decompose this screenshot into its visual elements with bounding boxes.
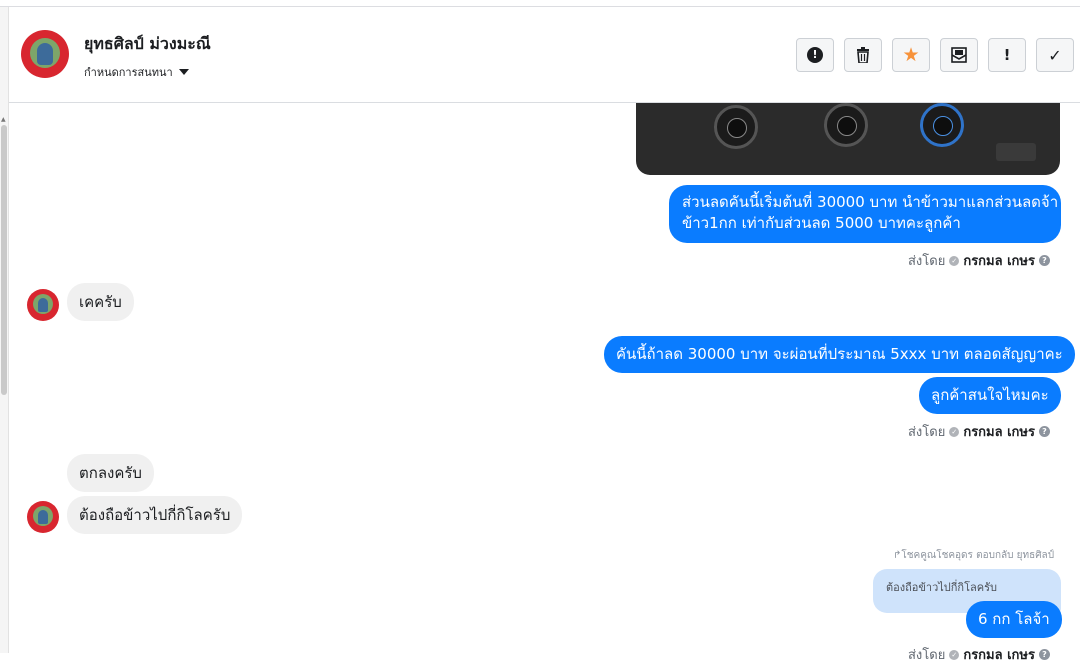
attached-photo[interactable]	[636, 103, 1060, 175]
sent-check-icon: ✓	[949, 255, 960, 266]
photo-knob-middle	[824, 103, 868, 147]
contact-name[interactable]: ยุทธศิลป์ ม่วงมะณี	[84, 32, 211, 57]
photo-knob-right	[920, 103, 964, 147]
window-top-border	[0, 0, 1080, 7]
sent-by-info: ส่งโดย ✓ กรกมล เกษร ?	[908, 644, 1050, 665]
conversation-settings-dropdown[interactable]: กำหนดการสนทนา	[84, 63, 189, 81]
star-button[interactable]: ★	[892, 38, 930, 72]
photo-knob-left	[714, 105, 758, 149]
scroll-up-arrow-icon[interactable]: ▲	[1, 116, 6, 123]
trash-icon	[857, 47, 869, 63]
exclamation-circle-icon: !	[807, 47, 823, 63]
sent-check-icon: ✓	[949, 426, 960, 437]
incoming-message[interactable]: ตกลงครับ	[67, 454, 154, 492]
report-spam-button[interactable]: !	[796, 38, 834, 72]
mark-unread-icon	[951, 47, 967, 63]
outgoing-message[interactable]: 6 กก โลจ้า	[966, 601, 1062, 638]
sent-by-label: ส่งโดย	[908, 425, 946, 440]
mark-unread-button[interactable]	[940, 38, 978, 72]
message-line: ส่วนลดคันนี้เริ่มต้นที่ 30000 บาท นำข้าว…	[682, 193, 1059, 211]
contact-avatar-small[interactable]	[27, 501, 59, 533]
conversation-header: ยุทธศิลป์ ม่วงมะณี กำหนดการสนทนา ! ★ ! ✓	[9, 7, 1080, 103]
outgoing-message[interactable]: คันนี้ถ้าลด 30000 บาท จะผ่อนที่ประมาณ 5x…	[604, 336, 1075, 373]
follow-up-button[interactable]: !	[988, 38, 1026, 72]
done-check-icon: ✓	[1048, 45, 1062, 65]
sent-by-label: ส่งโดย	[908, 648, 946, 663]
conversation-settings-label: กำหนดการสนทนา	[84, 66, 173, 79]
scrollbar-thumb[interactable]	[1, 125, 7, 395]
caret-down-icon	[178, 69, 189, 75]
sent-check-icon: ✓	[949, 649, 960, 660]
star-icon: ★	[902, 43, 920, 66]
mark-done-button[interactable]: ✓	[1036, 38, 1074, 72]
delete-button[interactable]	[844, 38, 882, 72]
sent-by-info: ส่งโดย ✓ กรกมล เกษร ?	[908, 250, 1050, 271]
help-icon[interactable]: ?	[1038, 649, 1050, 660]
scrollbar[interactable]: ▲	[0, 7, 9, 653]
sent-by-info: ส่งโดย ✓ กรกมล เกษร ?	[908, 421, 1050, 442]
sent-by-label: ส่งโดย	[908, 254, 946, 269]
message-line: ข้าว1กก เท่ากับส่วนลด 5000 บาทคะลูกค้า	[682, 214, 961, 232]
outgoing-message[interactable]: ลูกค้าสนใจไหมคะ	[919, 377, 1061, 414]
contact-avatar[interactable]	[21, 30, 69, 78]
incoming-message[interactable]: ต้องถือข้าวไปกี่กิโลครับ	[67, 496, 243, 534]
follow-up-icon: !	[1003, 46, 1011, 64]
reply-note: ↱โชคคูณโชคอุดร ตอบกลับ ยุทธศิลป์	[893, 548, 1054, 563]
outgoing-message[interactable]: ส่วนลดคันนี้เริ่มต้นที่ 30000 บาท นำข้าว…	[669, 185, 1061, 243]
help-icon[interactable]: ?	[1038, 255, 1050, 266]
sent-by-name[interactable]: กรกมล เกษร	[963, 644, 1035, 665]
sent-by-name[interactable]: กรกมล เกษร	[963, 250, 1035, 271]
reply-note-text: โชคคูณโชคอุดร ตอบกลับ ยุทธศิลป์	[901, 550, 1055, 561]
contact-avatar-small[interactable]	[27, 289, 59, 321]
sent-by-name[interactable]: กรกมล เกษร	[963, 421, 1035, 442]
incoming-message[interactable]: เคครับ	[67, 283, 134, 321]
photo-button-detail	[996, 143, 1036, 161]
help-icon[interactable]: ?	[1038, 426, 1050, 437]
